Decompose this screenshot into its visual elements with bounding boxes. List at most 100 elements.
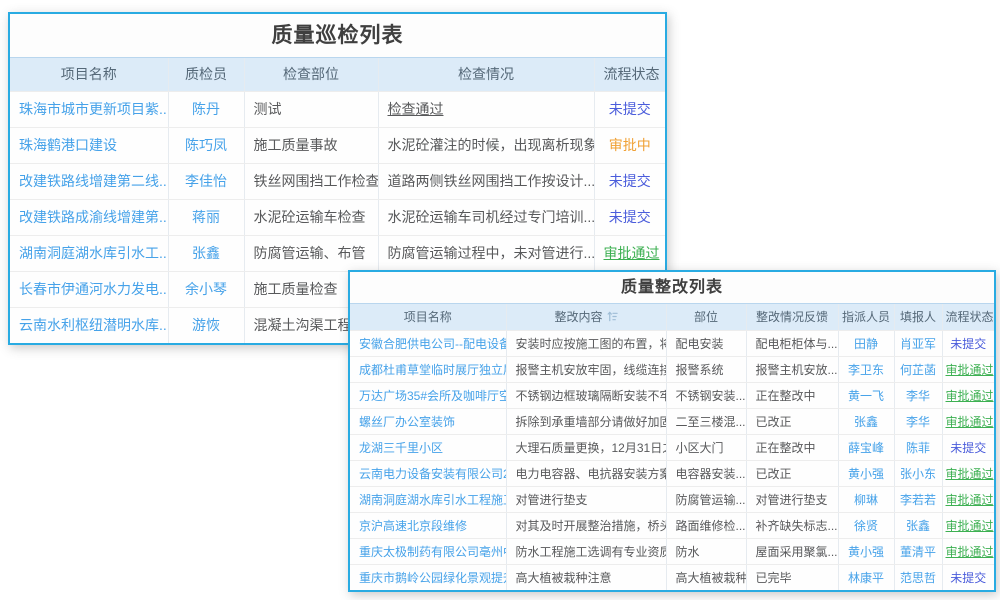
status-cell[interactable]: 审批通过 — [942, 408, 994, 434]
status-cell[interactable]: 审批通过 — [942, 538, 994, 564]
assignee-cell[interactable]: 黄一飞 — [838, 382, 894, 408]
situation-cell: 防腐管运输过程中，未对管进行... — [378, 235, 594, 271]
inspector-cell[interactable]: 蒋丽 — [168, 199, 244, 235]
assignee-cell[interactable]: 黄小强 — [838, 538, 894, 564]
column-header-reporter: 填报人 — [894, 304, 942, 330]
content-cell: 对其及时开展整治措施，桥头... — [506, 512, 666, 538]
project-cell[interactable]: 万达广场35#会所及咖啡厅空... — [350, 382, 506, 408]
table-row: 重庆市鹅岭公园绿化景观提升...高大植被栽种注意高大植被栽种已完毕林康平范思哲未… — [350, 564, 994, 590]
status-cell: 未提交 — [942, 434, 994, 460]
situation-cell: 道路两侧铁丝网围挡工作按设计... — [378, 163, 594, 199]
project-cell[interactable]: 湖南洞庭湖水库引水工程施工I标 — [350, 486, 506, 512]
status-cell[interactable]: 审批通过 — [942, 382, 994, 408]
reporter-cell[interactable]: 陈菲 — [894, 434, 942, 460]
project-cell[interactable]: 安徽合肥供电公司--配电设备... — [350, 330, 506, 356]
status-cell[interactable]: 审批通过 — [942, 486, 994, 512]
table-row: 螺丝厂办公室装饰拆除到承重墙部分请做好加固...二至三楼混...已改正张鑫李华审… — [350, 408, 994, 434]
status-cell: 未提交 — [594, 163, 665, 199]
part-cell: 测试 — [244, 91, 378, 127]
reporter-cell[interactable]: 范思哲 — [894, 564, 942, 590]
assignee-cell[interactable]: 黄小强 — [838, 460, 894, 486]
inspector-cell[interactable]: 李佳怡 — [168, 163, 244, 199]
project-cell[interactable]: 长春市伊通河水力发电... — [10, 271, 168, 307]
project-cell[interactable]: 珠海市城市更新项目紫... — [10, 91, 168, 127]
part-cell: 二至三楼混... — [666, 408, 746, 434]
assignee-cell[interactable]: 柳琳 — [838, 486, 894, 512]
rectification-table: 项目名称整改内容部位整改情况反馈指派人员填报人流程状态 安徽合肥供电公司--配电… — [350, 304, 994, 590]
status-cell[interactable]: 审批通过 — [942, 356, 994, 382]
project-cell[interactable]: 云南水利枢纽潜明水库... — [10, 307, 168, 343]
column-header-label: 检查部位 — [283, 66, 339, 82]
project-cell[interactable]: 改建铁路成渝线增建第... — [10, 199, 168, 235]
rectification-list-panel: 质量整改列表 项目名称整改内容部位整改情况反馈指派人员填报人流程状态 安徽合肥供… — [348, 270, 996, 592]
status-cell: 未提交 — [942, 330, 994, 356]
assignee-cell[interactable]: 薛宝峰 — [838, 434, 894, 460]
project-cell[interactable]: 京沪高速北京段维修 — [350, 512, 506, 538]
project-cell[interactable]: 改建铁路线增建第二线... — [10, 163, 168, 199]
table-row: 安徽合肥供电公司--配电设备...安装时应按施工图的布置，将...配电安装配电柜… — [350, 330, 994, 356]
column-header-status: 流程状态 — [594, 58, 665, 91]
column-header-inspector: 质检员 — [168, 58, 244, 91]
part-cell: 不锈钢安装... — [666, 382, 746, 408]
status-cell[interactable]: 审批通过 — [942, 512, 994, 538]
reporter-cell[interactable]: 李华 — [894, 382, 942, 408]
column-header-content[interactable]: 整改内容 — [506, 304, 666, 330]
reporter-cell[interactable]: 张小东 — [894, 460, 942, 486]
status-cell[interactable]: 审批通过 — [594, 235, 665, 271]
inspector-cell[interactable]: 陈丹 — [168, 91, 244, 127]
status-cell[interactable]: 审批通过 — [942, 460, 994, 486]
reporter-cell[interactable]: 李若若 — [894, 486, 942, 512]
column-header-feedback: 整改情况反馈 — [746, 304, 838, 330]
project-cell[interactable]: 螺丝厂办公室装饰 — [350, 408, 506, 434]
content-cell: 报警主机安放牢固，线缆连接... — [506, 356, 666, 382]
project-cell[interactable]: 湖南洞庭湖水库引水工... — [10, 235, 168, 271]
part-cell: 防腐管运输... — [666, 486, 746, 512]
inspector-cell[interactable]: 游恢 — [168, 307, 244, 343]
inspector-cell[interactable]: 余小琴 — [168, 271, 244, 307]
table-row: 成都杜甫草堂临时展厅独立展...报警主机安放牢固，线缆连接...报警系统报警主机… — [350, 356, 994, 382]
part-cell: 铁丝网围挡工作检查 — [244, 163, 378, 199]
reporter-cell[interactable]: 何芷菡 — [894, 356, 942, 382]
project-cell[interactable]: 云南电力设备安装有限公司20... — [350, 460, 506, 486]
rectification-list-title: 质量整改列表 — [350, 272, 994, 304]
assignee-cell[interactable]: 张鑫 — [838, 408, 894, 434]
part-cell: 防腐管运输、布管 — [244, 235, 378, 271]
column-header-label: 指派人员 — [842, 310, 890, 324]
reporter-cell[interactable]: 董清平 — [894, 538, 942, 564]
project-cell[interactable]: 珠海鹤港口建设 — [10, 127, 168, 163]
reporter-cell[interactable]: 李华 — [894, 408, 942, 434]
situation-cell: 水泥砼运输车司机经过专门培训... — [378, 199, 594, 235]
feedback-cell: 配电柜柜体与... — [746, 330, 838, 356]
feedback-cell: 补齐缺失标志... — [746, 512, 838, 538]
assignee-cell[interactable]: 田静 — [838, 330, 894, 356]
column-header-status: 流程状态 — [942, 304, 994, 330]
reporter-cell[interactable]: 张鑫 — [894, 512, 942, 538]
reporter-cell[interactable]: 肖亚军 — [894, 330, 942, 356]
content-cell: 安装时应按施工图的布置，将... — [506, 330, 666, 356]
table-row: 珠海市城市更新项目紫...陈丹测试检查通过未提交 — [10, 91, 665, 127]
part-cell: 电容器安装... — [666, 460, 746, 486]
feedback-cell: 已改正 — [746, 408, 838, 434]
assignee-cell[interactable]: 林康平 — [838, 564, 894, 590]
content-cell: 对管进行垫支 — [506, 486, 666, 512]
column-header-label: 流程状态 — [946, 310, 994, 324]
table-row: 珠海鹤港口建设陈巧凤施工质量事故水泥砼灌注的时候，出现离析现象审批中 — [10, 127, 665, 163]
project-cell[interactable]: 龙湖三千里小区 — [350, 434, 506, 460]
project-cell[interactable]: 重庆市鹅岭公园绿化景观提升... — [350, 564, 506, 590]
project-cell[interactable]: 成都杜甫草堂临时展厅独立展... — [350, 356, 506, 382]
assignee-cell[interactable]: 徐贤 — [838, 512, 894, 538]
inspector-cell[interactable]: 张鑫 — [168, 235, 244, 271]
inspector-cell[interactable]: 陈巧凤 — [168, 127, 244, 163]
status-cell: 审批中 — [594, 127, 665, 163]
sort-icon[interactable] — [607, 311, 618, 322]
status-cell: 未提交 — [594, 91, 665, 127]
part-cell: 高大植被栽种 — [666, 564, 746, 590]
feedback-cell: 已改正 — [746, 460, 838, 486]
part-cell: 路面维修检... — [666, 512, 746, 538]
assignee-cell[interactable]: 李卫东 — [838, 356, 894, 382]
column-header-project: 项目名称 — [350, 304, 506, 330]
content-cell: 高大植被栽种注意 — [506, 564, 666, 590]
column-header-assignee: 指派人员 — [838, 304, 894, 330]
project-cell[interactable]: 重庆太极制药有限公司亳州中... — [350, 538, 506, 564]
feedback-cell: 对管进行垫支 — [746, 486, 838, 512]
